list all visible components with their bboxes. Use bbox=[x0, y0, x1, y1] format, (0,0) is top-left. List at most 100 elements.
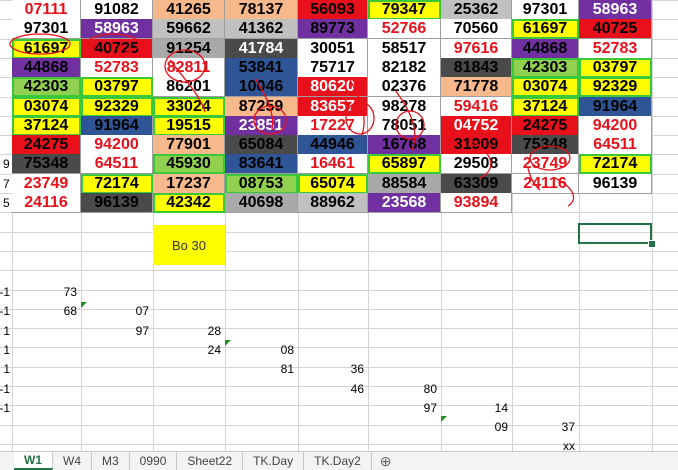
sheet-tab[interactable]: W4 bbox=[53, 452, 92, 470]
number-cell[interactable]: 52783 bbox=[81, 58, 153, 78]
small-value-cell[interactable]: 97 bbox=[407, 399, 437, 417]
number-cell[interactable]: 44868 bbox=[12, 58, 81, 78]
number-cell[interactable]: 58963 bbox=[579, 0, 652, 20]
number-cell[interactable]: 97301 bbox=[512, 0, 579, 20]
number-cell[interactable]: 91082 bbox=[81, 0, 153, 20]
number-cell[interactable]: 19515 bbox=[153, 116, 225, 136]
number-cell[interactable]: 24116 bbox=[512, 174, 579, 194]
number-cell[interactable]: 37124 bbox=[512, 97, 579, 117]
number-cell[interactable]: 41362 bbox=[225, 19, 298, 39]
number-cell[interactable]: 23851 bbox=[225, 116, 298, 136]
number-cell[interactable]: 92329 bbox=[579, 77, 652, 97]
number-cell[interactable]: 24116 bbox=[12, 193, 81, 213]
number-cell[interactable]: 87259 bbox=[225, 97, 298, 117]
small-value-cell[interactable]: 36 bbox=[334, 360, 364, 378]
number-cell[interactable]: 88962 bbox=[298, 193, 368, 213]
number-cell[interactable]: 91254 bbox=[153, 39, 225, 59]
number-cell[interactable]: 10046 bbox=[225, 77, 298, 97]
number-cell[interactable]: 91964 bbox=[81, 116, 153, 136]
number-cell[interactable]: 40698 bbox=[225, 193, 298, 213]
number-cell[interactable]: 70560 bbox=[441, 19, 512, 39]
number-cell[interactable]: 98278 bbox=[368, 97, 441, 117]
number-cell[interactable]: 88584 bbox=[368, 174, 441, 194]
number-cell[interactable]: 45930 bbox=[153, 154, 225, 174]
number-cell[interactable]: 16461 bbox=[298, 154, 368, 174]
small-value-cell[interactable]: 68 bbox=[47, 302, 77, 320]
number-cell[interactable]: 72174 bbox=[579, 154, 652, 174]
number-cell[interactable]: 53841 bbox=[225, 58, 298, 78]
number-cell[interactable]: 08753 bbox=[225, 174, 298, 194]
number-cell[interactable]: 77901 bbox=[153, 135, 225, 155]
number-cell[interactable]: 41265 bbox=[153, 0, 225, 20]
number-cell[interactable]: 82182 bbox=[368, 58, 441, 78]
small-value-cell[interactable]: 14 bbox=[478, 399, 508, 417]
number-cell[interactable]: 89773 bbox=[298, 19, 368, 39]
small-value-cell[interactable]: 09 bbox=[478, 418, 508, 436]
number-cell[interactable]: 78137 bbox=[225, 0, 298, 20]
small-value-cell[interactable]: 07 bbox=[119, 302, 149, 320]
number-cell[interactable]: 41784 bbox=[225, 39, 298, 59]
number-cell[interactable]: 94200 bbox=[81, 135, 153, 155]
sheet-tab[interactable]: Sheet22 bbox=[177, 452, 244, 470]
number-cell[interactable]: 59416 bbox=[441, 97, 512, 117]
number-cell[interactable]: 93894 bbox=[441, 193, 512, 213]
number-cell[interactable]: 17227 bbox=[298, 116, 368, 136]
number-cell[interactable]: 58517 bbox=[368, 39, 441, 59]
number-cell[interactable]: 24275 bbox=[12, 135, 81, 155]
fill-handle[interactable] bbox=[648, 240, 656, 248]
small-value-cell[interactable]: 24 bbox=[191, 341, 221, 359]
number-cell[interactable]: 75717 bbox=[298, 58, 368, 78]
number-cell[interactable]: 59662 bbox=[153, 19, 225, 39]
number-cell[interactable]: 71778 bbox=[441, 77, 512, 97]
sheet-tab[interactable]: TK.Day bbox=[243, 452, 305, 470]
number-cell[interactable]: 63309 bbox=[441, 174, 512, 194]
small-value-cell[interactable]: xx bbox=[545, 437, 575, 451]
number-cell[interactable]: 75348 bbox=[512, 135, 579, 155]
number-cell[interactable]: 40725 bbox=[81, 39, 153, 59]
number-cell[interactable]: 91964 bbox=[579, 97, 652, 117]
number-cell[interactable]: 42303 bbox=[12, 77, 81, 97]
number-cell[interactable]: 42342 bbox=[153, 193, 225, 213]
number-cell[interactable]: 17237 bbox=[153, 174, 225, 194]
number-cell[interactable]: 31909 bbox=[441, 135, 512, 155]
number-cell[interactable]: 96139 bbox=[579, 174, 652, 194]
number-cell[interactable]: 44868 bbox=[512, 39, 579, 59]
small-value-cell[interactable]: 80 bbox=[407, 380, 437, 398]
number-cell[interactable]: 25362 bbox=[441, 0, 512, 20]
spreadsheet-grid[interactable]: 07111 91082 41265 78137 56093 79347 25362 97301… bbox=[0, 0, 678, 451]
number-cell[interactable]: 03074 bbox=[512, 77, 579, 97]
number-cell[interactable]: 65084 bbox=[225, 135, 298, 155]
number-cell[interactable]: 81843 bbox=[441, 58, 512, 78]
number-cell[interactable]: 92329 bbox=[81, 97, 153, 117]
number-cell[interactable]: 42303 bbox=[512, 58, 579, 78]
number-cell[interactable]: 52783 bbox=[579, 39, 652, 59]
number-cell[interactable]: 03074 bbox=[12, 97, 81, 117]
sheet-tab[interactable]: TK.Day2 bbox=[304, 452, 372, 470]
number-cell[interactable]: 83641 bbox=[225, 154, 298, 174]
small-value-cell[interactable]: 28 bbox=[191, 322, 221, 340]
small-value-cell[interactable]: 81 bbox=[264, 360, 294, 378]
number-cell[interactable]: 61697 bbox=[512, 19, 579, 39]
number-cell[interactable]: 94200 bbox=[579, 116, 652, 136]
sheet-tab[interactable]: M3 bbox=[92, 452, 130, 470]
number-cell[interactable]: 96139 bbox=[81, 193, 153, 213]
number-cell[interactable]: 16768 bbox=[368, 135, 441, 155]
number-cell[interactable]: 61697 bbox=[12, 39, 81, 59]
number-cell[interactable]: 72174 bbox=[81, 174, 153, 194]
number-cell[interactable]: 33024 bbox=[153, 97, 225, 117]
number-cell[interactable]: 86201 bbox=[153, 77, 225, 97]
number-cell[interactable]: 56093 bbox=[298, 0, 368, 20]
number-cell[interactable]: 07111 bbox=[12, 0, 81, 20]
number-cell[interactable]: 82811 bbox=[153, 58, 225, 78]
number-cell[interactable]: 23749 bbox=[512, 154, 579, 174]
number-cell[interactable]: 79347 bbox=[368, 0, 441, 20]
number-cell[interactable]: 44946 bbox=[298, 135, 368, 155]
number-cell[interactable]: 65074 bbox=[298, 174, 368, 194]
small-value-cell[interactable]: 37 bbox=[545, 418, 575, 436]
number-cell[interactable]: 52766 bbox=[368, 19, 441, 39]
number-cell[interactable]: 03797 bbox=[579, 58, 652, 78]
number-cell[interactable]: 80620 bbox=[298, 77, 368, 97]
sheet-tab[interactable]: 0990 bbox=[130, 452, 178, 470]
plus-circle-icon[interactable]: ⊕ bbox=[372, 452, 400, 470]
number-cell[interactable]: 75348 bbox=[12, 154, 81, 174]
